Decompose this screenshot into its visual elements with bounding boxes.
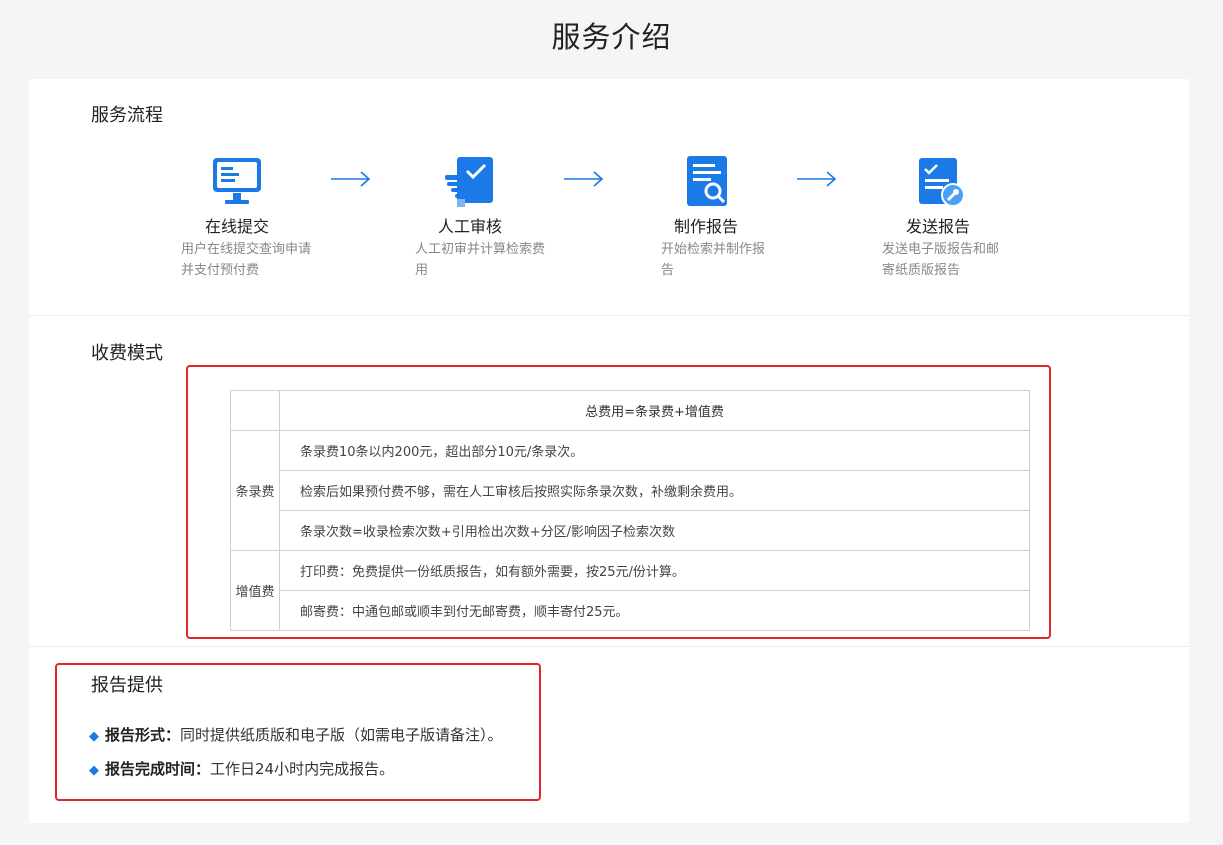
service-card: 服务流程 在线提交 用户在线提交查询申请并支付预付费 人工审核 人工初审并计算检…: [29, 79, 1189, 823]
flow-step-desc: 用户在线提交查询申请并支付预付费: [181, 242, 312, 278]
flow-step-review: 人工审核 人工初审并计算检索费用: [413, 155, 563, 285]
fee-highlight-box: [186, 365, 1051, 639]
hand-check-icon: [443, 155, 495, 207]
flow-step-title: 制作报告: [674, 217, 739, 236]
flow-step-desc: 人工初审并计算检索费用: [415, 242, 546, 278]
section-divider: [29, 646, 1189, 647]
flow-step-make-report: 制作报告 开始检索并制作报告: [661, 155, 811, 285]
fee-section-title: 收费模式: [91, 343, 163, 364]
page-title: 服务介绍: [551, 20, 672, 54]
flow-step-submit: 在线提交 用户在线提交查询申请并支付预付费: [179, 155, 329, 285]
document-search-icon: [681, 155, 733, 207]
arrow-right-icon: [329, 169, 373, 189]
flow-step-send-report: 发送报告 发送电子版报告和邮寄纸质版报告: [881, 155, 1031, 285]
arrow-right-icon: [562, 169, 606, 189]
flow-step-title: 发送报告: [906, 217, 971, 236]
arrow-right-icon: [795, 169, 839, 189]
report-highlight-box: [55, 663, 541, 801]
document-wrench-icon: [915, 155, 967, 207]
monitor-icon: [211, 155, 263, 207]
section-divider: [29, 315, 1189, 316]
flow-step-title: 人工审核: [438, 217, 503, 236]
flow-step-desc: 发送电子版报告和邮寄纸质版报告: [882, 242, 1000, 278]
flow-section-title: 服务流程: [91, 105, 163, 126]
flow-step-desc: 开始检索并制作报告: [661, 242, 766, 278]
flow-step-title: 在线提交: [205, 217, 270, 236]
